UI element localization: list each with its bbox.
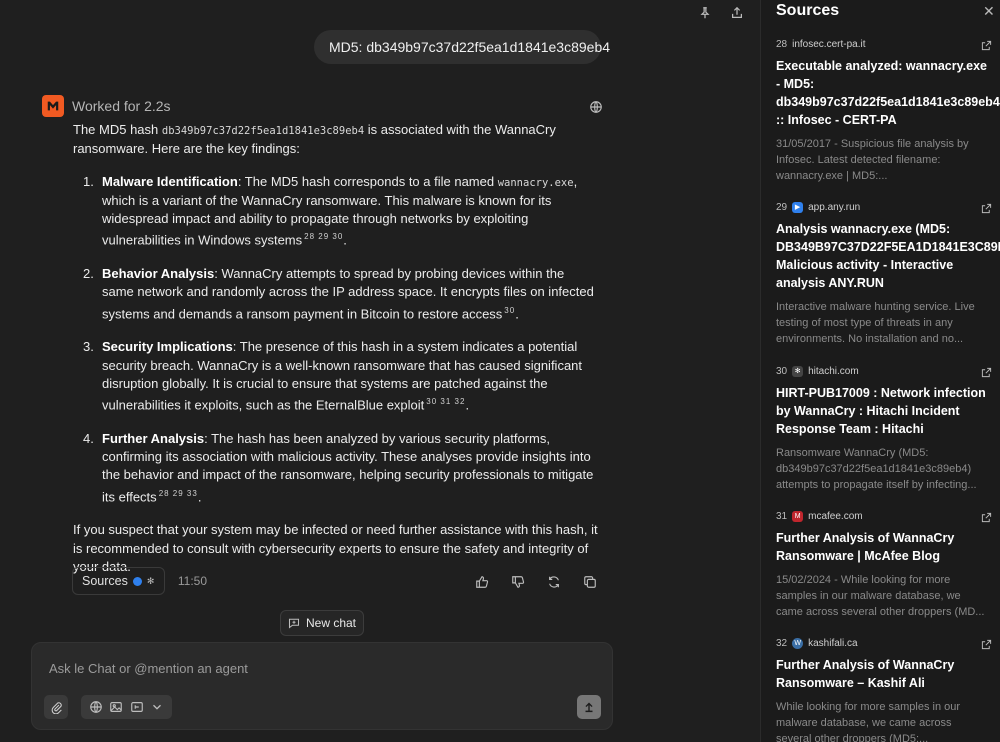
message-actions bbox=[473, 573, 599, 591]
source-domain: mcafee.com bbox=[808, 510, 863, 522]
source-snippet: 15/02/2024 - While looking for more samp… bbox=[776, 574, 985, 618]
source-favicon-icon: ✻ bbox=[146, 576, 155, 586]
source-card[interactable]: 30 ✻ hitachi.com HIRT-PUB17009 : Network i… bbox=[776, 364, 1000, 493]
send-button[interactable] bbox=[577, 695, 601, 719]
message-time: 11:50 bbox=[177, 574, 207, 588]
top-toolbar bbox=[696, 4, 746, 22]
new-chat-button[interactable]: New chat bbox=[280, 610, 364, 636]
citation[interactable]: 30 31 32 bbox=[426, 397, 465, 406]
composer-tools bbox=[81, 695, 172, 719]
regenerate-icon[interactable] bbox=[545, 573, 563, 591]
findings-list: 1. Malware Identification: The MD5 hash c… bbox=[73, 173, 598, 507]
source-title[interactable]: Executable analyzed: wannacry.exe - MD5:… bbox=[776, 57, 1000, 129]
source-snippet: 31/05/2017 - Suspicious file analysis by… bbox=[776, 138, 969, 182]
source-card[interactable]: 32 Wkashifali.ca Further Analysis of Wann… bbox=[776, 636, 1000, 742]
source-title[interactable]: Further Analysis of WannaCry Ransomware … bbox=[776, 656, 1000, 692]
hash-code: db349b97c37d22f5ea1d1841e3c89eb4 bbox=[161, 125, 365, 137]
mistral-logo-icon bbox=[42, 95, 64, 117]
external-link-icon[interactable] bbox=[981, 38, 992, 56]
anyrun-favicon-icon: ▶ bbox=[792, 201, 804, 213]
canvas-icon[interactable] bbox=[128, 698, 146, 716]
source-favicon-icon bbox=[132, 576, 142, 586]
external-link-icon[interactable] bbox=[981, 637, 992, 655]
chat-main-area: MD5: db349b97c37d22f5ea1d1841e3c89eb4 Wo… bbox=[0, 0, 760, 742]
pin-icon[interactable] bbox=[696, 4, 714, 22]
source-card[interactable]: 31 Mmcafee.com Further Analysis of WannaC… bbox=[776, 509, 1000, 620]
share-icon[interactable] bbox=[728, 4, 746, 22]
agent-status[interactable]: Worked for 2.2s bbox=[72, 98, 171, 114]
source-title[interactable]: Further Analysis of WannaCry Ransomware … bbox=[776, 529, 1000, 565]
wordpress-favicon-icon: W bbox=[792, 637, 804, 649]
sources-panel-title: Sources bbox=[776, 2, 840, 19]
source-domain: kashifali.ca bbox=[808, 637, 858, 649]
source-snippet: While looking for more samples in our ma… bbox=[776, 701, 961, 742]
list-item: 3. Security Implications: The presence of… bbox=[83, 339, 583, 413]
agent-header: Worked for 2.2s bbox=[42, 95, 171, 117]
citation[interactable]: 28 29 33 bbox=[159, 489, 198, 498]
source-snippet: Ransomware WannaCry (MD5: db349b97c37d22… bbox=[776, 447, 977, 491]
copy-icon[interactable] bbox=[581, 573, 599, 591]
close-icon[interactable]: ✕ bbox=[983, 3, 995, 20]
message-meta-row: Sources ✻ 11:50 bbox=[72, 567, 207, 595]
source-snippet: Interactive malware hunting service. Liv… bbox=[776, 301, 975, 345]
chat-input[interactable] bbox=[49, 661, 569, 676]
source-card[interactable]: 29 ▶ app.any.run Analysis wannacry.exe (MD… bbox=[776, 200, 1000, 347]
citation[interactable]: 28 29 30 bbox=[304, 232, 343, 241]
image-generation-icon[interactable] bbox=[107, 698, 125, 716]
external-link-icon[interactable] bbox=[981, 201, 992, 219]
mcafee-shield-icon: M bbox=[792, 510, 804, 522]
external-link-icon[interactable] bbox=[981, 365, 992, 383]
new-chat-icon bbox=[288, 617, 300, 629]
list-item: 1. Malware Identification: The MD5 hash c… bbox=[83, 173, 578, 248]
list-item: 4. Further Analysis: The hash has been an… bbox=[83, 430, 594, 505]
message-composer bbox=[31, 642, 613, 730]
thumbs-down-icon[interactable] bbox=[509, 573, 527, 591]
list-item: 2. Behavior Analysis: WannaCry attempts t… bbox=[83, 266, 594, 322]
source-domain: app.any.run bbox=[808, 201, 861, 213]
sources-button[interactable]: Sources ✻ bbox=[72, 567, 165, 595]
citation[interactable]: 30 bbox=[504, 306, 515, 315]
assistant-answer: The MD5 hash db349b97c37d22f5ea1d1841e3c… bbox=[73, 121, 598, 576]
source-domain: infosec.cert-pa.it bbox=[792, 38, 866, 50]
source-card[interactable]: 28 infosec.cert-pa.it Executable analyzed… bbox=[776, 37, 1000, 184]
thumbs-up-icon[interactable] bbox=[473, 573, 491, 591]
web-search-globe-icon[interactable] bbox=[587, 98, 605, 116]
hitachi-favicon-icon: ✻ bbox=[792, 365, 804, 377]
source-title[interactable]: Analysis wannacry.exe (MD5: DB349B97C37D… bbox=[776, 220, 1000, 292]
web-search-icon[interactable] bbox=[87, 698, 105, 716]
answer-intro: The MD5 hash db349b97c37d22f5ea1d1841e3c… bbox=[73, 122, 556, 157]
attachment-paperclip-icon[interactable] bbox=[44, 695, 68, 719]
source-domain: hitachi.com bbox=[808, 365, 859, 377]
sources-panel: Sources ✕ 28 infosec.cert-pa.it Executabl… bbox=[760, 0, 1000, 742]
external-link-icon[interactable] bbox=[981, 510, 992, 528]
user-message-bubble: MD5: db349b97c37d22f5ea1d1841e3c89eb4 bbox=[314, 30, 610, 64]
chevron-down-icon[interactable] bbox=[148, 698, 166, 716]
source-title[interactable]: HIRT-PUB17009 : Network infection by Wan… bbox=[776, 384, 1000, 438]
